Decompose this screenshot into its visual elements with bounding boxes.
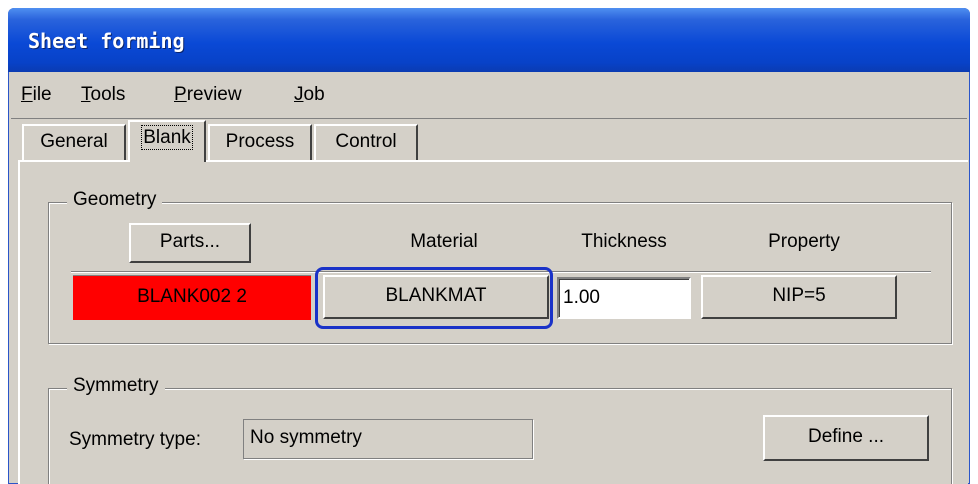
thickness-column-header: Thickness bbox=[581, 231, 667, 252]
menu-preview[interactable]: Preview bbox=[174, 84, 242, 106]
symmetry-group: Symmetry Symmetry type: No symmetry Defi… bbox=[48, 375, 952, 484]
thickness-input[interactable]: 1.00 bbox=[557, 277, 691, 319]
symmetry-group-label: Symmetry bbox=[67, 375, 165, 397]
title-bar[interactable]: Sheet forming bbox=[8, 8, 970, 72]
menu-tools[interactable]: Tools bbox=[81, 84, 125, 106]
material-column-header: Material bbox=[410, 231, 478, 252]
material-button[interactable]: BLANKMAT bbox=[323, 275, 549, 319]
tab-general[interactable]: General bbox=[22, 124, 126, 160]
menu-file[interactable]: File bbox=[21, 84, 52, 106]
blank-tab-panel: Geometry Parts... Material Thickness Pro… bbox=[18, 160, 968, 484]
sheet-forming-window: Sheet forming File Tools Preview Job Gen… bbox=[8, 8, 970, 484]
menu-bar: File Tools Preview Job bbox=[11, 74, 967, 119]
tab-strip: General Blank Process Control bbox=[8, 120, 970, 164]
property-button[interactable]: NIP=5 bbox=[701, 275, 897, 319]
parts-button[interactable]: Parts... bbox=[129, 223, 251, 263]
part-name-cell[interactable]: BLANK002 2 bbox=[73, 275, 311, 320]
geometry-group: Geometry Parts... Material Thickness Pro… bbox=[48, 189, 952, 344]
tab-blank[interactable]: Blank bbox=[128, 120, 206, 162]
define-button[interactable]: Define ... bbox=[763, 415, 929, 461]
symmetry-type-label: Symmetry type: bbox=[69, 429, 201, 450]
tab-process[interactable]: Process bbox=[208, 124, 312, 160]
window-title: Sheet forming bbox=[28, 29, 185, 53]
symmetry-type-field: No symmetry bbox=[243, 419, 533, 459]
geometry-group-label: Geometry bbox=[67, 189, 163, 211]
property-column-header: Property bbox=[768, 231, 840, 252]
header-divider bbox=[71, 271, 931, 273]
menu-job[interactable]: Job bbox=[294, 84, 325, 106]
tab-control[interactable]: Control bbox=[314, 124, 418, 160]
